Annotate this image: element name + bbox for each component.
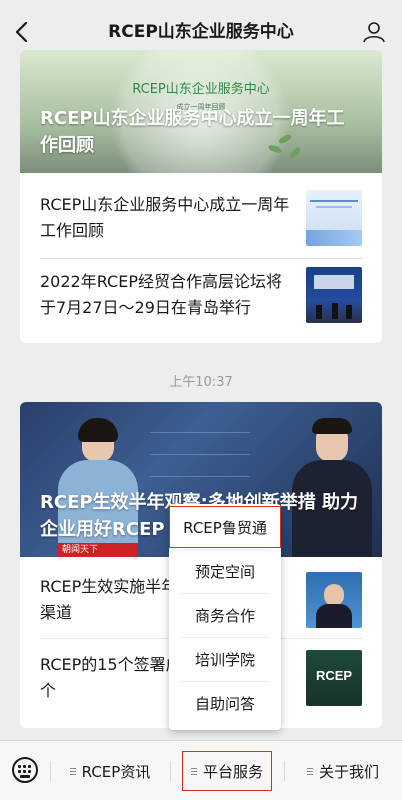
thumbnail-text: RCEP <box>315 668 353 683</box>
list-item-title: RCEP山东企业服务中心成立一周年工作回顾 <box>40 195 290 240</box>
submenu-item-training-academy[interactable]: 培训学院 <box>181 638 269 682</box>
keyboard-icon[interactable] <box>12 757 38 783</box>
background-grid <box>150 476 250 477</box>
news-ticker: 朝闻天下 <box>58 543 138 557</box>
menu-lines-icon <box>190 766 197 777</box>
hero-title: RCEP山东企业服务中心成立一周年工作回顾 <box>40 108 345 156</box>
article-card-1: RCEP山东企业服务中心 成立一周年回顾 RCEP山东企业服务中心成立一周年工作… <box>20 50 382 343</box>
bottom-menu-bar: RCEP资讯 平台服务 关于我们 <box>0 740 402 800</box>
background-grid <box>150 432 250 433</box>
tab-platform-services[interactable]: 平台服务 <box>170 741 284 800</box>
article-thumbnail <box>306 267 362 323</box>
platform-service-submenu: RCEP鲁贸通 预定空间 商务合作 培训学院 自助问答 <box>169 504 281 730</box>
list-item-title: 2022年RCEP经贸合作高层论坛将于7月27日～29日在青岛举行 <box>40 272 282 317</box>
user-profile-icon[interactable] <box>362 20 386 44</box>
tab-label: 关于我们 <box>318 762 379 781</box>
tab-label: RCEP资讯 <box>81 762 151 781</box>
menu-lines-icon <box>69 766 76 777</box>
page-title: RCEP山东企业服务中心 <box>108 22 294 42</box>
background-grid <box>150 454 250 455</box>
article-thumbnail: RCEP <box>306 650 362 706</box>
timestamp: 上午10:37 <box>169 375 233 390</box>
article-thumbnail <box>306 572 362 628</box>
list-item[interactable]: 2022年RCEP经贸合作高层论坛将于7月27日～29日在青岛举行 <box>40 267 362 327</box>
list-item[interactable]: RCEP山东企业服务中心成立一周年工作回顾 <box>40 190 362 250</box>
submenu-item-business-cooperation[interactable]: 商务合作 <box>181 594 269 638</box>
tab-label: 平台服务 <box>202 762 263 781</box>
menu-lines-icon <box>306 766 313 777</box>
article-thumbnail <box>306 190 362 246</box>
divider <box>40 258 362 259</box>
article-hero-1[interactable]: RCEP山东企业服务中心 成立一周年回顾 RCEP山东企业服务中心成立一周年工作… <box>20 50 382 173</box>
back-arrow-icon[interactable] <box>12 20 34 44</box>
hero-stamp-text: RCEP山东企业服务中心 <box>132 82 270 97</box>
submenu-item-book-space[interactable]: 预定空间 <box>181 550 269 594</box>
tab-about-us[interactable]: 关于我们 <box>284 741 402 800</box>
submenu-item-rcep-lumaotong[interactable]: RCEP鲁贸通 <box>181 506 269 550</box>
submenu-item-self-help-qa[interactable]: 自助问答 <box>181 682 269 726</box>
tab-rcep-news[interactable]: RCEP资讯 <box>50 741 170 800</box>
